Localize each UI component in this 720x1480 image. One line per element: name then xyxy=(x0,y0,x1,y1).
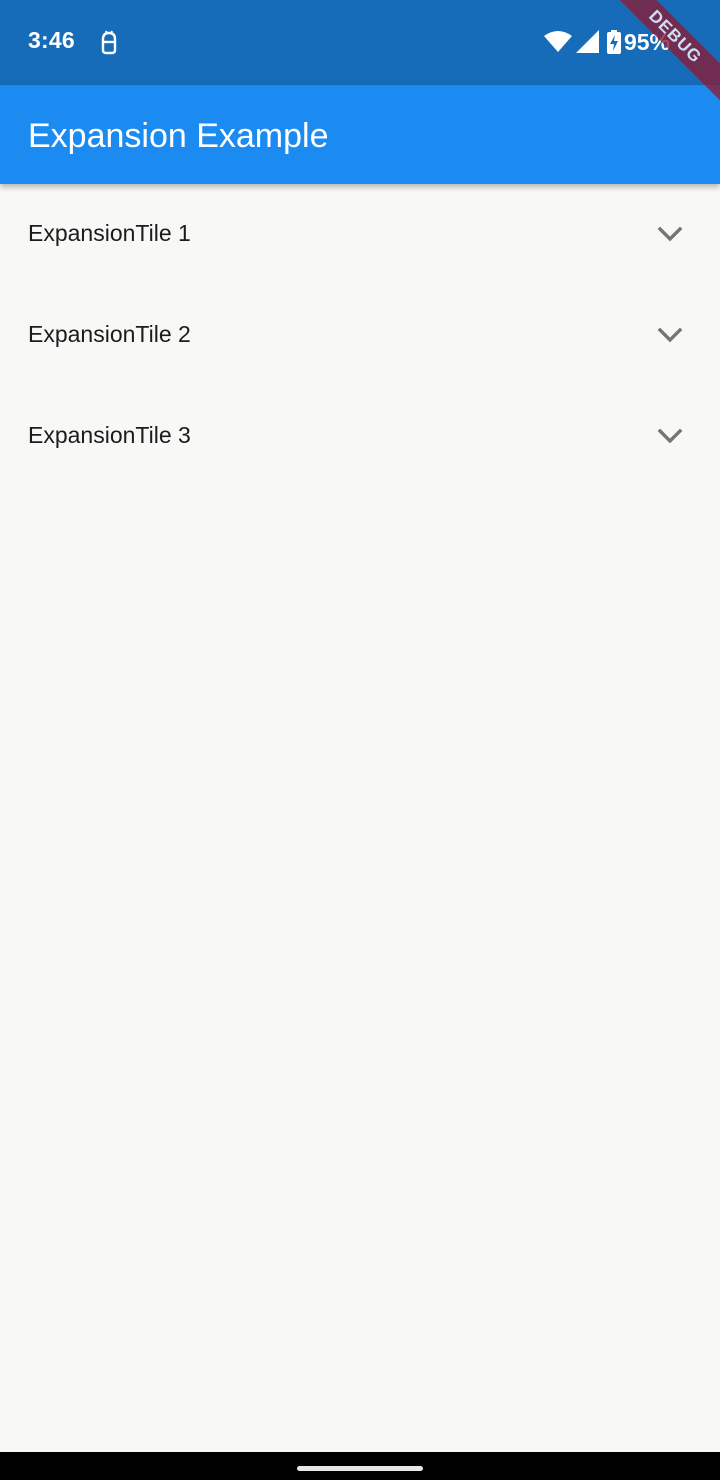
cell-signal-icon xyxy=(575,30,599,53)
chevron-down-icon[interactable] xyxy=(656,426,684,446)
app-bar: Expansion Example xyxy=(0,85,720,184)
home-indicator[interactable] xyxy=(297,1466,423,1471)
expansion-tile-title: ExpansionTile 3 xyxy=(28,422,191,448)
battery-charging-icon xyxy=(606,30,621,54)
page-title: Expansion Example xyxy=(28,117,329,155)
wifi-icon xyxy=(543,31,572,52)
expansion-tile-title: ExpansionTile 2 xyxy=(28,321,191,347)
battery-percent: 95% xyxy=(623,28,670,55)
system-navigation-bar xyxy=(0,1452,720,1480)
expansion-tile-2[interactable]: ExpansionTile 2 xyxy=(0,285,720,386)
status-bar: 3:46 95% xyxy=(0,0,720,85)
expansion-tile-1[interactable]: ExpansionTile 1 xyxy=(0,184,720,285)
expansion-tile-list: ExpansionTile 1 ExpansionTile 2 Expansio… xyxy=(0,184,720,487)
expansion-tile-title: ExpansionTile 1 xyxy=(28,220,191,246)
chevron-down-icon[interactable] xyxy=(656,325,684,345)
chevron-down-icon[interactable] xyxy=(656,224,684,244)
status-indicators: 95% xyxy=(543,27,670,57)
expansion-tile-3[interactable]: ExpansionTile 3 xyxy=(0,386,720,487)
status-time: 3:46 xyxy=(28,27,75,53)
android-debug-icon xyxy=(101,30,117,55)
